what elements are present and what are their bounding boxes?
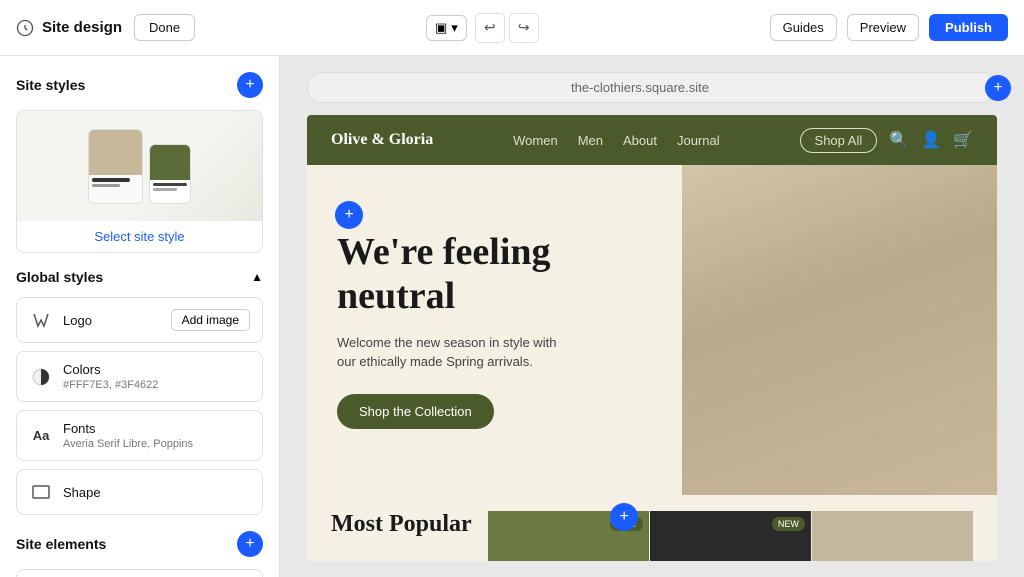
logo-row[interactable]: Logo Add image <box>16 297 263 343</box>
hero-heading: We're feeling neutral <box>337 231 652 318</box>
chevron-up-icon[interactable]: ▲ <box>251 270 263 284</box>
shape-icon <box>29 480 53 504</box>
fonts-label: Fonts <box>63 421 250 436</box>
add-image-button[interactable]: Add image <box>171 309 250 331</box>
colors-label: Colors <box>63 362 250 377</box>
site-nav: Olive & Gloria Women Men About Journal S… <box>307 115 997 165</box>
site-logo: Olive & Gloria <box>331 131 433 149</box>
done-button[interactable]: Done <box>134 14 195 41</box>
guides-button[interactable]: Guides <box>770 14 837 41</box>
nav-links: Women Men About Journal <box>513 133 719 148</box>
shape-info: Shape <box>63 485 250 500</box>
redo-button[interactable]: ↪ <box>509 13 539 43</box>
nav-women[interactable]: Women <box>513 133 558 148</box>
fonts-row[interactable]: Aa Fonts Averia Serif Libre, Poppins <box>16 410 263 461</box>
toolbar-left: Site design Done <box>16 14 195 41</box>
undo-button[interactable]: ↩ <box>475 13 505 43</box>
global-styles-header: Global styles ▲ <box>16 269 263 285</box>
device-selector[interactable]: ▣ ▾ <box>426 15 467 41</box>
sidebar: Site styles + <box>0 56 280 577</box>
hero-section: + We're feeling neutral Welcome the new … <box>307 165 997 495</box>
url-bar-wrapper: the-clothiers.square.site + <box>307 72 997 103</box>
most-popular-plus-button[interactable]: + <box>610 503 638 531</box>
site-elements-header: Site elements + <box>16 531 263 557</box>
toolbar-center: ▣ ▾ ↩ ↪ <box>426 13 539 43</box>
website-preview: Olive & Gloria Women Men About Journal S… <box>307 115 997 561</box>
select-site-style-link[interactable]: Select site style <box>17 221 262 252</box>
site-styles-preview: Select site style <box>16 110 263 253</box>
nav-shop-all-button[interactable]: Shop All <box>800 128 878 153</box>
canvas-area: the-clothiers.square.site + Olive & Glor… <box>280 56 1024 577</box>
logo-info: Logo <box>63 313 161 328</box>
fonts-info: Fonts Averia Serif Libre, Poppins <box>63 421 250 450</box>
main-area: Site styles + <box>0 56 1024 577</box>
hero-sub: Welcome the new season in style with our… <box>337 333 557 372</box>
global-styles-title: Global styles <box>16 269 103 285</box>
account-icon[interactable]: 👤 <box>921 130 941 150</box>
site-styles-header: Site styles + <box>16 72 263 98</box>
cart-icon[interactable]: 🛒 <box>953 130 973 150</box>
device-icon: ▣ <box>435 20 447 36</box>
shape-row[interactable]: Shape <box>16 469 263 515</box>
colors-row[interactable]: Colors #FFF7E3, #3F4622 <box>16 351 263 402</box>
most-popular-title: Most Popular <box>331 511 472 538</box>
preview-phones <box>88 129 191 204</box>
add-site-element-button[interactable]: + <box>237 531 263 557</box>
product-card-2: NEW <box>650 511 811 561</box>
nav-about[interactable]: About <box>623 133 657 148</box>
fonts-icon: Aa <box>29 424 53 448</box>
badges-row[interactable]: Badges <box>16 569 263 577</box>
product-grid: NEW NEW <box>488 511 973 561</box>
preview-image <box>17 111 262 221</box>
hero-cta-button[interactable]: Shop the Collection <box>337 394 494 429</box>
new-badge-2: NEW <box>772 517 805 531</box>
chevron-down-icon: ▾ <box>451 20 458 36</box>
site-design-icon <box>16 19 34 37</box>
search-icon[interactable]: 🔍 <box>889 130 909 150</box>
url-plus-button[interactable]: + <box>985 75 1011 101</box>
toolbar: Site design Done ▣ ▾ ↩ ↪ Guides Preview … <box>0 0 1024 56</box>
colors-value: #FFF7E3, #3F4622 <box>63 379 250 391</box>
hero-image <box>682 165 997 495</box>
preview-button[interactable]: Preview <box>847 14 919 41</box>
toolbar-title: Site design <box>16 19 122 37</box>
toolbar-title-text: Site design <box>42 19 122 36</box>
nav-men[interactable]: Men <box>578 133 603 148</box>
fonts-value: Averia Serif Libre, Poppins <box>63 438 250 450</box>
colors-info: Colors #FFF7E3, #3F4622 <box>63 362 250 391</box>
product-card-3 <box>812 511 973 561</box>
url-bar: the-clothiers.square.site <box>307 72 997 103</box>
logo-label: Logo <box>63 313 161 328</box>
publish-button[interactable]: Publish <box>929 14 1008 41</box>
phone-mock-2 <box>149 144 191 204</box>
undo-redo-group: ↩ ↪ <box>475 13 539 43</box>
hero-plus-button[interactable]: + <box>335 201 363 229</box>
add-site-style-button[interactable]: + <box>237 72 263 98</box>
hero-left: We're feeling neutral Welcome the new se… <box>307 165 682 495</box>
logo-icon <box>29 308 53 332</box>
phone-mock-1 <box>88 129 143 204</box>
nav-icons: 🔍 👤 🛒 <box>889 130 973 150</box>
site-styles-title: Site styles <box>16 77 85 93</box>
toolbar-right: Guides Preview Publish <box>770 14 1008 41</box>
site-elements-title: Site elements <box>16 536 106 552</box>
colors-icon <box>29 365 53 389</box>
hero-right <box>682 165 997 495</box>
nav-journal[interactable]: Journal <box>677 133 720 148</box>
most-popular-section: + Most Popular NEW NEW <box>307 495 997 561</box>
shape-label: Shape <box>63 485 250 500</box>
